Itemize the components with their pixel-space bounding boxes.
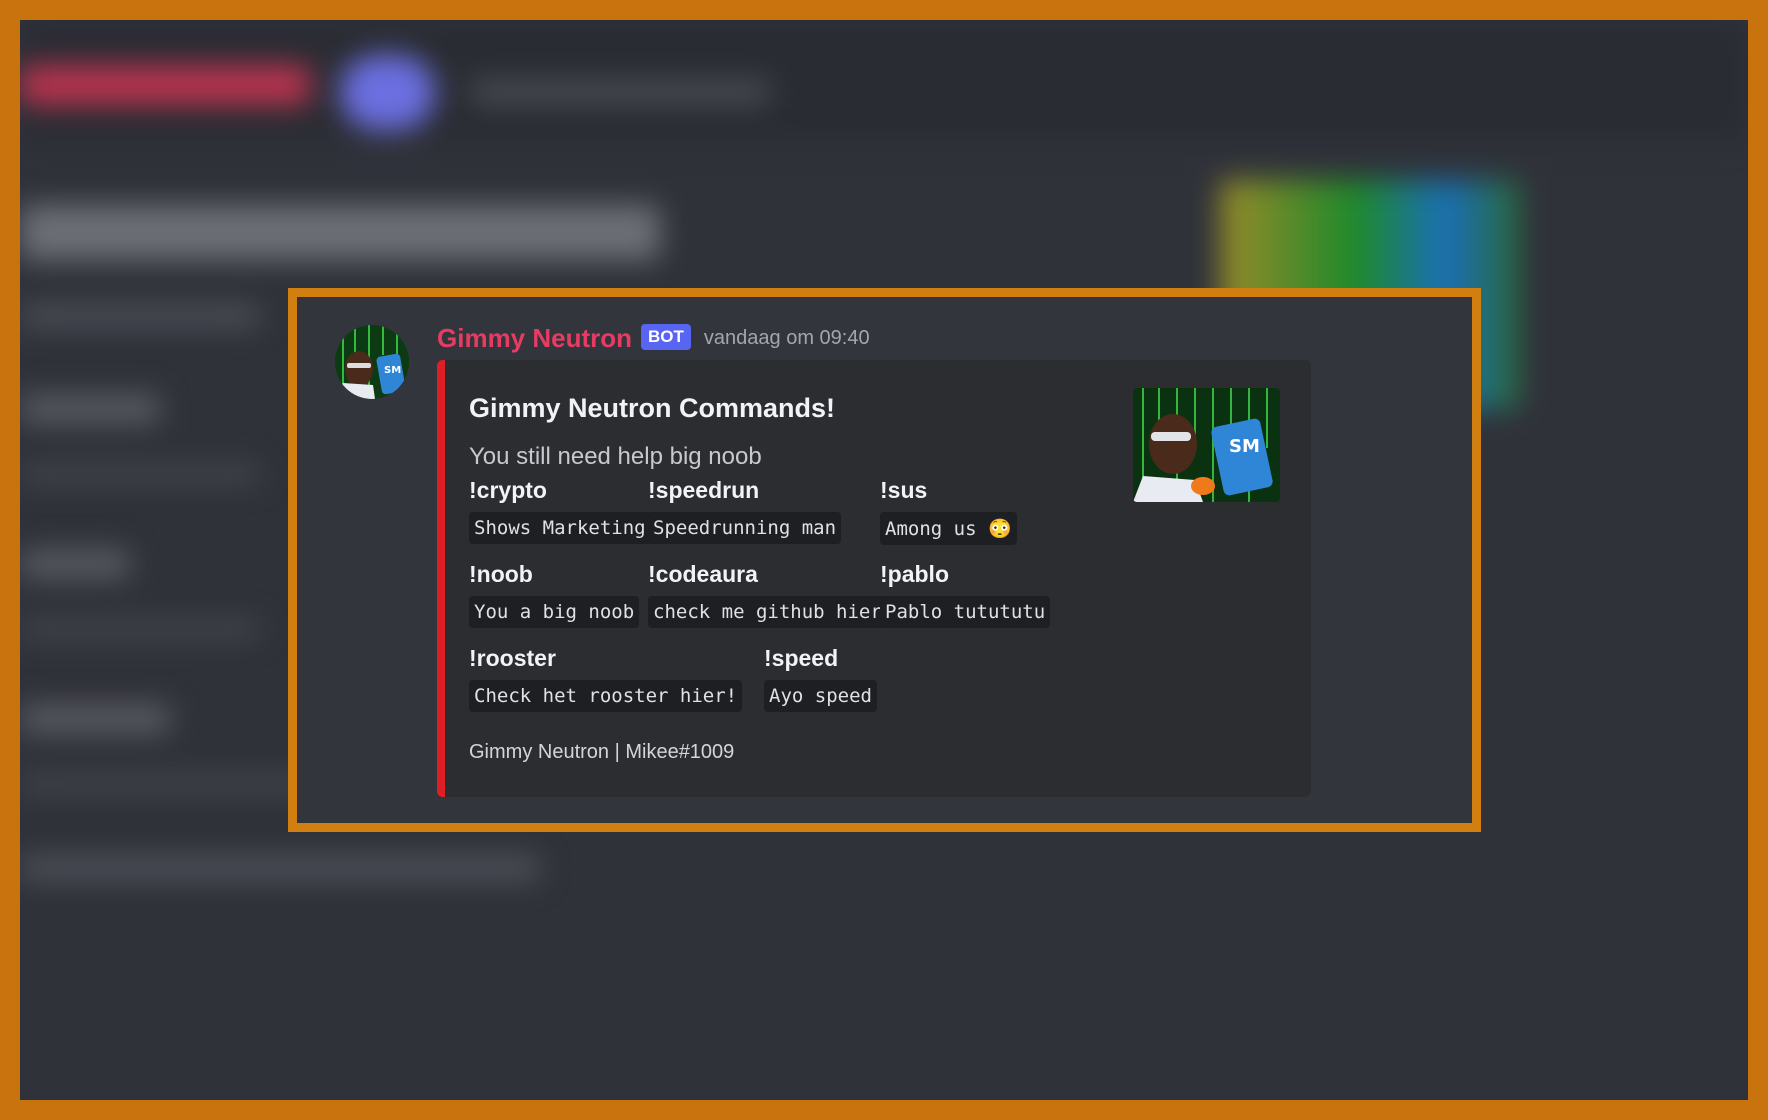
background-line [20,705,170,733]
field-sus: !sus Among us 😳 [880,477,1017,545]
field-name: !noob [469,561,533,587]
bot-badge: BOT [641,323,691,350]
field-value: Ayo speed [764,680,877,712]
field-name: !pablo [880,561,949,587]
commands-embed: Gimmy Neutron Commands! You still need h… [437,360,1311,797]
background-line [20,620,260,638]
field-name: !crypto [469,477,547,503]
background-red-bar [20,65,310,105]
background-title [20,205,660,260]
field-noob: !noob You a big noob [469,561,640,628]
field-value: Shows Marketing [469,512,651,544]
background-line [20,305,260,327]
field-value: Pablo tutututu [880,596,1051,628]
field-rooster: !rooster Check het rooster hier! [469,645,743,712]
message-header: Gimmy Neutron BOT vandaag om 09:40 [437,323,870,354]
field-codeaura: !codeaura check me github hier [648,561,887,628]
avatar-image: SM [335,325,409,399]
embed-title: Gimmy Neutron Commands! [469,393,836,423]
field-name: !codeaura [648,561,758,587]
field-name: !speedrun [648,477,760,503]
background-purple-badge [340,55,435,130]
field-speedrun: !speedrun Speedrunning man [648,477,842,544]
field-value: You a big noob [469,596,640,628]
highlighted-message: SM Gimmy Neutron BOT vandaag om 09:40 Gi… [288,288,1481,832]
timestamp: vandaag om 09:40 [703,327,870,349]
embed-footer: Gimmy Neutron | Mikee#1009 [469,741,735,763]
background-line [20,855,540,881]
thumbnail-image: SM [1133,388,1280,502]
bot-thumbnail-icon[interactable]: SM [1133,388,1280,502]
field-name: !speed [764,645,839,671]
background-header-text [470,80,770,104]
field-pablo: !pablo Pablo tutututu [880,561,1051,628]
field-crypto: !crypto Shows Marketing [469,477,651,544]
field-value: Speedrunning man [648,512,842,544]
field-name: !sus [880,477,928,503]
svg-text:SM: SM [1229,436,1260,457]
bot-avatar-icon[interactable]: SM [335,325,409,399]
background-line [20,465,260,483]
svg-text:SM: SM [384,365,401,376]
username[interactable]: Gimmy Neutron [437,323,632,354]
field-name: !rooster [469,645,556,671]
embed-description: You still need help big noob [469,443,762,470]
field-speed: !speed Ayo speed [764,645,877,712]
background-line [20,550,130,578]
field-value: check me github hier [648,596,887,628]
background-line [20,395,160,423]
field-value: Among us 😳 [880,512,1017,545]
field-value: Check het rooster hier! [469,680,743,712]
